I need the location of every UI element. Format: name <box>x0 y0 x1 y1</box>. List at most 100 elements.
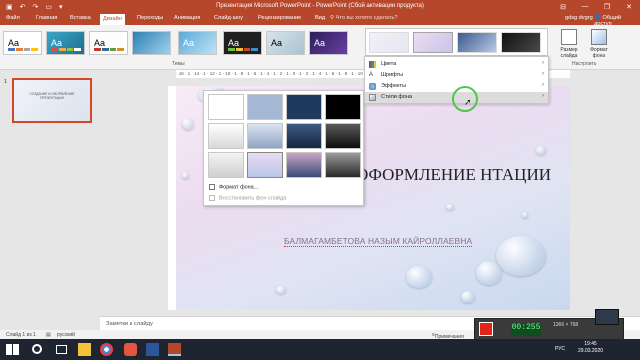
water-drop <box>406 266 432 288</box>
tab-file[interactable]: Файл <box>6 15 20 21</box>
water-drop <box>522 212 528 218</box>
customize-group: Размер слайда Формат фона Настроить <box>552 25 640 69</box>
bg-style-9[interactable] <box>208 152 244 178</box>
water-drop <box>536 146 546 155</box>
bg-style-8[interactable] <box>325 123 361 149</box>
customize-group-label: Настроить <box>572 61 597 67</box>
variant-2[interactable] <box>413 32 453 53</box>
slide-size-icon <box>561 29 577 45</box>
system-clock[interactable]: 19:45 29.03.2020 <box>578 341 603 355</box>
theme-thumb-7[interactable]: Aa <box>266 31 305 55</box>
maximize-button[interactable]: ❐ <box>596 0 618 13</box>
window-controls: ⊟ — ❐ ✕ <box>552 0 640 13</box>
chevron-right-icon: › <box>542 60 544 66</box>
font-icon: A <box>369 72 374 78</box>
theme-thumb-6[interactable]: Aa <box>223 31 262 55</box>
slide-subtitle[interactable]: БАЛМАГАМБЕТОВА НАЗЫМ КАЙРОЛЛАЕВНА <box>284 236 473 247</box>
menu-item-colors[interactable]: Цвета › <box>365 59 548 70</box>
bg-style-2[interactable] <box>247 94 283 120</box>
slide-number: 1 <box>4 79 8 85</box>
theme-thumb-4[interactable] <box>132 31 171 55</box>
water-drop <box>182 118 194 130</box>
title-bar: ▣ ↶ ↷ ▭ ▾ Презентация Microsoft PowerPoi… <box>0 0 640 13</box>
theme-thumb-8[interactable]: Aa <box>309 31 348 55</box>
bg-style-5[interactable] <box>208 123 244 149</box>
task-view-icon[interactable] <box>56 345 67 354</box>
tab-transitions[interactable]: Переходы <box>137 15 163 21</box>
windows-taskbar: РУС 19:45 29.03.2020 <box>0 339 640 360</box>
notes-toggle[interactable]: ≡ Примечания <box>432 332 464 340</box>
background-styles-gallery: Формат фона... Восстановить фон слайда <box>203 90 364 206</box>
window-title: Презентация Microsoft PowerPoint - Power… <box>216 3 424 9</box>
language-indicator[interactable]: русский <box>57 332 75 338</box>
close-button[interactable]: ✕ <box>618 0 640 13</box>
tab-review[interactable]: Рецензирование <box>258 15 301 21</box>
variant-3[interactable] <box>457 32 497 53</box>
water-drop <box>461 291 475 303</box>
theme-thumb-2[interactable]: Aa <box>46 31 85 55</box>
chrome-icon[interactable] <box>100 343 113 356</box>
app-icon[interactable] <box>124 343 137 356</box>
ribbon-options-icon[interactable]: ⊟ <box>552 0 574 13</box>
bg-style-12[interactable] <box>325 152 361 178</box>
bg-style-3[interactable] <box>286 94 322 120</box>
tell-me-text: Что вы хотите сделать? <box>335 15 398 21</box>
slide-counter: Слайд 1 из 1 <box>6 332 36 338</box>
chevron-right-icon: › <box>542 93 544 99</box>
menu-item-fonts[interactable]: A Шрифты › <box>365 70 548 81</box>
bg-style-1[interactable] <box>208 94 244 120</box>
spellcheck-icon[interactable]: ▤ <box>46 332 51 338</box>
theme-thumb-3[interactable]: Aa <box>89 31 128 55</box>
recorder-timer: 00:255 <box>511 323 541 336</box>
variants-gallery <box>365 28 548 56</box>
variant-1[interactable] <box>369 32 409 53</box>
vertical-ruler <box>168 86 176 310</box>
slide-size-button[interactable]: Размер слайда <box>554 29 584 59</box>
palette-icon <box>369 61 376 68</box>
water-drop <box>182 172 189 179</box>
themes-group-label: Темы <box>172 61 185 67</box>
theme-thumb-5[interactable]: Aa <box>178 31 217 55</box>
tab-view[interactable]: Вид <box>315 15 325 21</box>
word-icon[interactable] <box>146 343 159 356</box>
format-background-icon <box>209 184 215 190</box>
tell-me-search[interactable]: ⚲ Что вы хотите сделать? <box>330 15 398 21</box>
format-background-link[interactable]: Формат фона... <box>209 184 258 190</box>
powerpoint-window: ▣ ↶ ↷ ▭ ▾ Презентация Microsoft PowerPoi… <box>0 0 640 360</box>
effects-icon <box>369 83 376 90</box>
slide-thumbnail-title: СОЗДАНИЕ И ОФОРМЛЕНИЕ ПРЕЗЕНТАЦИИ <box>29 92 75 100</box>
minimize-button[interactable]: — <box>574 0 596 13</box>
tab-insert[interactable]: Вставка <box>70 15 91 21</box>
slide-title[interactable]: ОФОРМЛЕНИЕ НТАЦИИ <box>356 164 556 185</box>
powerpoint-icon[interactable] <box>168 343 181 356</box>
water-drop <box>476 261 502 285</box>
record-stop-button[interactable] <box>479 322 493 336</box>
bg-style-7[interactable] <box>286 123 322 149</box>
format-background-icon <box>591 29 607 45</box>
search-icon[interactable] <box>32 344 42 354</box>
bg-style-10[interactable] <box>247 152 283 178</box>
recorder-resolution: 1366 × 768 <box>553 322 579 328</box>
theme-thumb-office[interactable]: Aa <box>3 31 42 55</box>
file-explorer-icon[interactable] <box>78 343 91 356</box>
user-name[interactable]: gdsg dvgrg <box>565 15 593 21</box>
reset-background-link: Восстановить фон слайда <box>209 195 286 201</box>
water-drop <box>446 204 454 210</box>
reset-background-icon <box>209 195 215 201</box>
variant-4[interactable] <box>501 32 541 53</box>
windows-start-icon[interactable] <box>6 344 19 355</box>
chevron-right-icon: › <box>542 82 544 88</box>
input-language[interactable]: РУС <box>555 346 565 352</box>
bg-style-11[interactable] <box>286 152 322 178</box>
tab-animation[interactable]: Анимация <box>174 15 200 21</box>
format-background-button[interactable]: Формат фона <box>584 29 614 59</box>
tab-slideshow[interactable]: Слайд-шоу <box>214 15 243 21</box>
tab-home[interactable]: Главная <box>36 15 57 21</box>
tab-design[interactable]: Дизайн <box>100 14 125 25</box>
slide-thumbnail[interactable]: СОЗДАНИЕ И ОФОРМЛЕНИЕ ПРЕЗЕНТАЦИИ <box>12 78 92 123</box>
bg-style-4[interactable] <box>325 94 361 120</box>
bg-style-6[interactable] <box>247 123 283 149</box>
water-drop <box>496 236 546 276</box>
chevron-right-icon: › <box>542 71 544 77</box>
slides-pane: 1 СОЗДАНИЕ И ОФОРМЛЕНИЕ ПРЕЗЕНТАЦИИ <box>0 70 100 330</box>
